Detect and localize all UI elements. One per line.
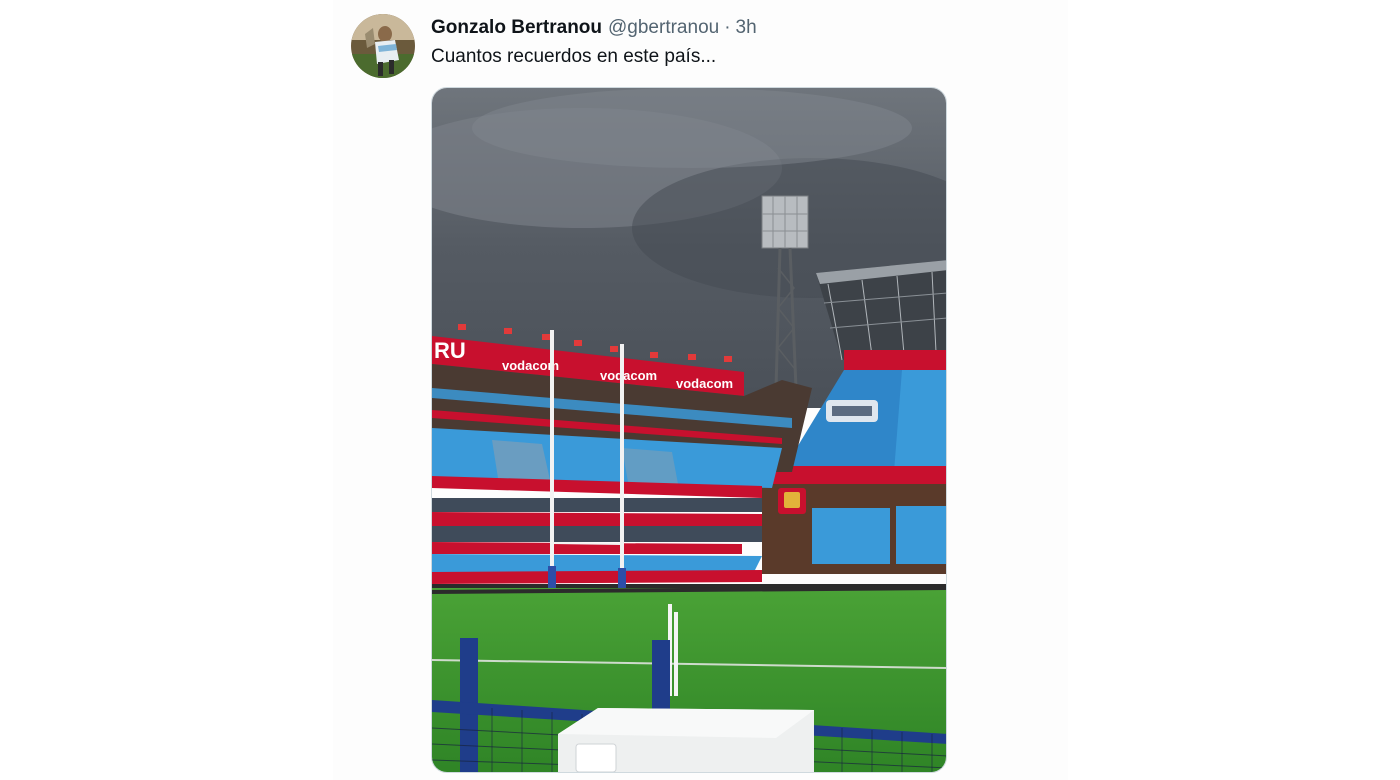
author-handle[interactable]: @gbertranou: [608, 15, 719, 41]
author-display-name[interactable]: Gonzalo Bertranou: [431, 15, 602, 41]
sponsor-sign-3: vodacom: [676, 376, 733, 391]
stadium-photo: RU vodacom vodacom vodacom: [432, 88, 946, 772]
header-separator: ·: [724, 17, 731, 38]
white-box: [558, 708, 814, 772]
avatar[interactable]: [351, 14, 415, 78]
page: Gonzalo Bertranou @gbertranou · 3h Cuant…: [0, 0, 1400, 780]
avatar-image: [351, 14, 415, 78]
sponsor-sign-2: vodacom: [600, 368, 657, 383]
tweet-media-photo[interactable]: RU vodacom vodacom vodacom: [431, 87, 947, 773]
partial-sign-text: RU: [434, 338, 466, 363]
tweet-timestamp[interactable]: 3h: [736, 15, 757, 41]
tweet-header: Gonzalo Bertranou @gbertranou · 3h: [431, 15, 757, 41]
tweet-text: Cuantos recuerdos en este país...: [431, 46, 717, 67]
